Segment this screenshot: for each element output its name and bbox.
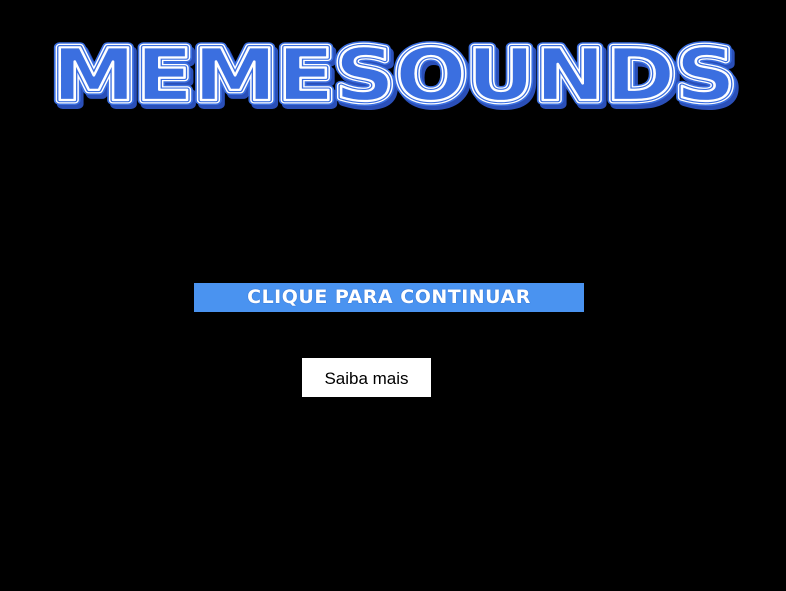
continue-button[interactable]: CLIQUE PARA CONTINUAR xyxy=(194,283,584,312)
memesounds-logo: MEMESOUNDS MEMESOUNDS MEMESOUNDS MEMESOU… xyxy=(46,36,742,112)
start-screen: MEMESOUNDS MEMESOUNDS MEMESOUNDS MEMESOU… xyxy=(0,0,786,591)
logo-core: MEMESOUNDS xyxy=(52,36,736,112)
logo-graphic: MEMESOUNDS MEMESOUNDS MEMESOUNDS MEMESOU… xyxy=(47,36,742,112)
learn-more-button[interactable]: Saiba mais xyxy=(302,358,431,397)
